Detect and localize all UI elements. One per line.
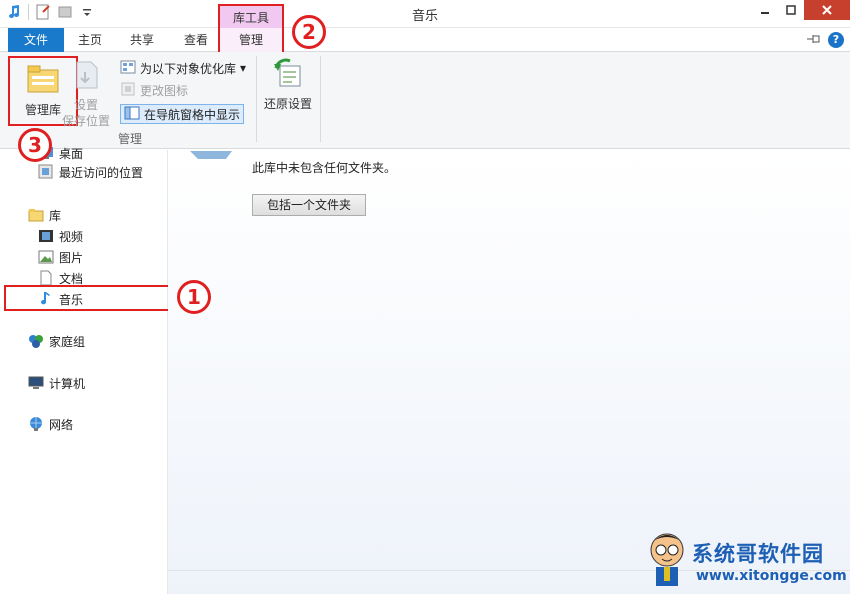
restore-settings-label: 还原设置 [263, 97, 312, 111]
watermark-url: www.xitongge.com [696, 568, 847, 584]
change-icon-button[interactable]: 更改图标 [120, 80, 188, 100]
change-icon-icon [120, 81, 136, 100]
computer-icon [28, 375, 44, 391]
set-save-location-button[interactable]: 设置 保存位置 [58, 58, 114, 129]
library-folder-icon [190, 150, 232, 160]
nav-item-pictures[interactable]: 图片 [38, 248, 83, 266]
optimize-label: 为以下对象优化库 [140, 61, 237, 76]
optimize-icon [120, 59, 136, 78]
window-controls [752, 0, 850, 20]
tab-view[interactable]: 查看 [172, 28, 220, 52]
nav-item-label: 文档 [59, 271, 84, 286]
change-icon-label: 更改图标 [140, 83, 189, 98]
tab-file[interactable]: 文件 [8, 28, 64, 52]
network-icon [28, 416, 44, 432]
nav-item-label: 库 [49, 208, 62, 223]
nav-item-label: 计算机 [49, 376, 86, 391]
window-title: 音乐 [411, 9, 438, 24]
pictures-library-icon [38, 249, 54, 265]
annotation-marker-3: 3 [18, 128, 52, 162]
show-in-navigation-label: 在导航窗格中显示 [144, 107, 241, 122]
nav-item-computer[interactable]: 计算机 [28, 374, 85, 392]
ribbon-tabs: 文件 主页 共享 查看 管理 ? [0, 28, 850, 58]
ribbon-manage: 管理库 设置 保存位置 为以下对象优化库 ▾ 更改图标 在导航窗格中显示 管理 … [0, 52, 850, 149]
ribbon-separator [320, 56, 321, 142]
restore-settings-button[interactable]: 还原设置 [258, 58, 318, 112]
nav-item-label: 最近访问的位置 [59, 165, 144, 180]
nav-item-homegroup[interactable]: 家庭组 [28, 332, 85, 350]
navigation-pane-icon [124, 105, 140, 124]
tab-share[interactable]: 共享 [118, 28, 166, 52]
nav-item-network[interactable]: 网络 [28, 415, 73, 433]
pin-ribbon-icon[interactable] [806, 33, 822, 48]
library-tools-label: 库工具 [232, 11, 269, 25]
tab-bar-right: ? [806, 32, 844, 48]
help-icon[interactable]: ? [828, 32, 844, 48]
manage-group-label: 管理 [117, 132, 142, 146]
recent-places-icon [38, 164, 54, 180]
nav-item-label: 桌面 [59, 146, 84, 161]
nav-item-label: 视频 [59, 229, 84, 244]
close-button[interactable] [804, 0, 850, 20]
mascot-icon [644, 530, 690, 591]
title-bar: 音乐 [0, 0, 850, 28]
restore-settings-icon [258, 58, 318, 91]
library-tools-header: 库工具 [218, 4, 284, 28]
library-icon [28, 207, 44, 223]
nav-item-recent-places[interactable]: 最近访问的位置 [38, 163, 143, 181]
navigation-pane: 桌面 最近访问的位置 库 视频 图片 文档 音乐 家庭组 计算机 网络 [0, 147, 170, 594]
include-folder-button[interactable]: 包括一个文件夹 [252, 194, 366, 216]
save-location-icon [58, 58, 114, 93]
nav-item-label: 图片 [59, 250, 84, 265]
annotation-marker-2: 2 [292, 15, 326, 49]
minimize-button[interactable] [752, 0, 778, 20]
watermark: 系统哥软件园 www.xitongge.com [640, 528, 850, 590]
set-save-location-label: 设置 保存位置 [61, 98, 110, 128]
music-highlight-box [4, 285, 170, 311]
nav-item-label: 网络 [49, 417, 74, 432]
maximize-button[interactable] [778, 0, 804, 20]
tab-home[interactable]: 主页 [66, 28, 114, 52]
nav-item-libraries[interactable]: 库 [28, 206, 61, 224]
chevron-down-icon: ▾ [240, 61, 247, 75]
ribbon-separator [256, 56, 257, 142]
manage-library-label: 管理库 [24, 103, 61, 117]
homegroup-icon [28, 333, 44, 349]
documents-library-icon [38, 270, 54, 286]
annotation-marker-1: 1 [177, 280, 211, 314]
nav-item-label: 家庭组 [49, 334, 86, 349]
nav-item-videos[interactable]: 视频 [38, 227, 83, 245]
video-library-icon [38, 228, 54, 244]
show-in-navigation-pane-button[interactable]: 在导航窗格中显示 [120, 104, 245, 124]
watermark-name: 系统哥软件园 [692, 542, 824, 566]
optimize-library-dropdown[interactable]: 为以下对象优化库 ▾ [120, 58, 246, 78]
empty-library-message: 此库中未包含任何文件夹。 [252, 161, 397, 175]
